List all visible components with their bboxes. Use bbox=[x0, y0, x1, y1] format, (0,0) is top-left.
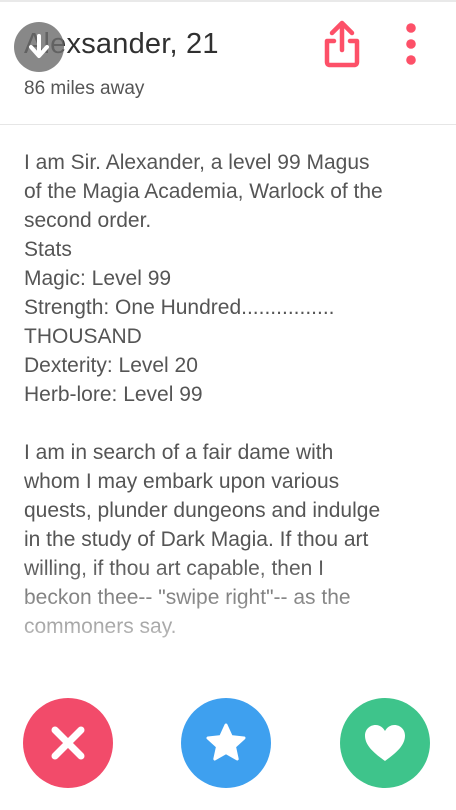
bio-line: Strength: One Hundred................ bbox=[24, 296, 335, 319]
bio-line: Stats bbox=[24, 238, 72, 261]
bio-line: Magic: Level 99 bbox=[24, 267, 172, 290]
header-divider bbox=[0, 124, 456, 125]
top-edge-line bbox=[0, 0, 456, 2]
share-upload-icon bbox=[324, 20, 360, 68]
bio-line: Herb-lore: Level 99 bbox=[24, 383, 203, 406]
bio-line: in the study of Dark Magia. If thou art bbox=[24, 528, 369, 551]
collapse-profile-button[interactable] bbox=[14, 22, 64, 72]
bio-line: I am in search of a fair dame with bbox=[24, 441, 334, 464]
bio-line: whom I may embark upon various bbox=[24, 470, 340, 493]
heart-icon bbox=[365, 725, 405, 761]
bio-line: I am Sir. Alexander, a level 99 Magus bbox=[24, 151, 370, 174]
bio-line: Dexterity: Level 20 bbox=[24, 354, 198, 377]
super-like-button[interactable] bbox=[181, 698, 271, 788]
profile-bio: I am Sir. Alexander, a level 99 Magus of… bbox=[24, 148, 444, 641]
distance-label: 86 miles away bbox=[24, 78, 145, 99]
more-vertical-icon bbox=[406, 23, 416, 65]
arrow-down-icon bbox=[29, 34, 49, 58]
more-options-button[interactable] bbox=[398, 22, 424, 68]
bio-line: commoners say. bbox=[24, 615, 177, 638]
bio-line: of the Magia Academia, Warlock of the bbox=[24, 180, 383, 203]
bio-line: willing, if thou art capable, then I bbox=[24, 557, 325, 580]
close-x-icon bbox=[51, 726, 85, 760]
star-icon bbox=[206, 723, 246, 761]
bio-line: beckon thee-- "swipe right"-- as the bbox=[24, 586, 351, 609]
bio-line: second order. bbox=[24, 209, 152, 232]
bio-line: quests, plunder dungeons and indulge bbox=[24, 499, 381, 522]
bio-line: THOUSAND bbox=[24, 325, 142, 348]
like-button[interactable] bbox=[340, 698, 430, 788]
share-button[interactable] bbox=[320, 20, 364, 68]
nope-button[interactable] bbox=[23, 698, 113, 788]
